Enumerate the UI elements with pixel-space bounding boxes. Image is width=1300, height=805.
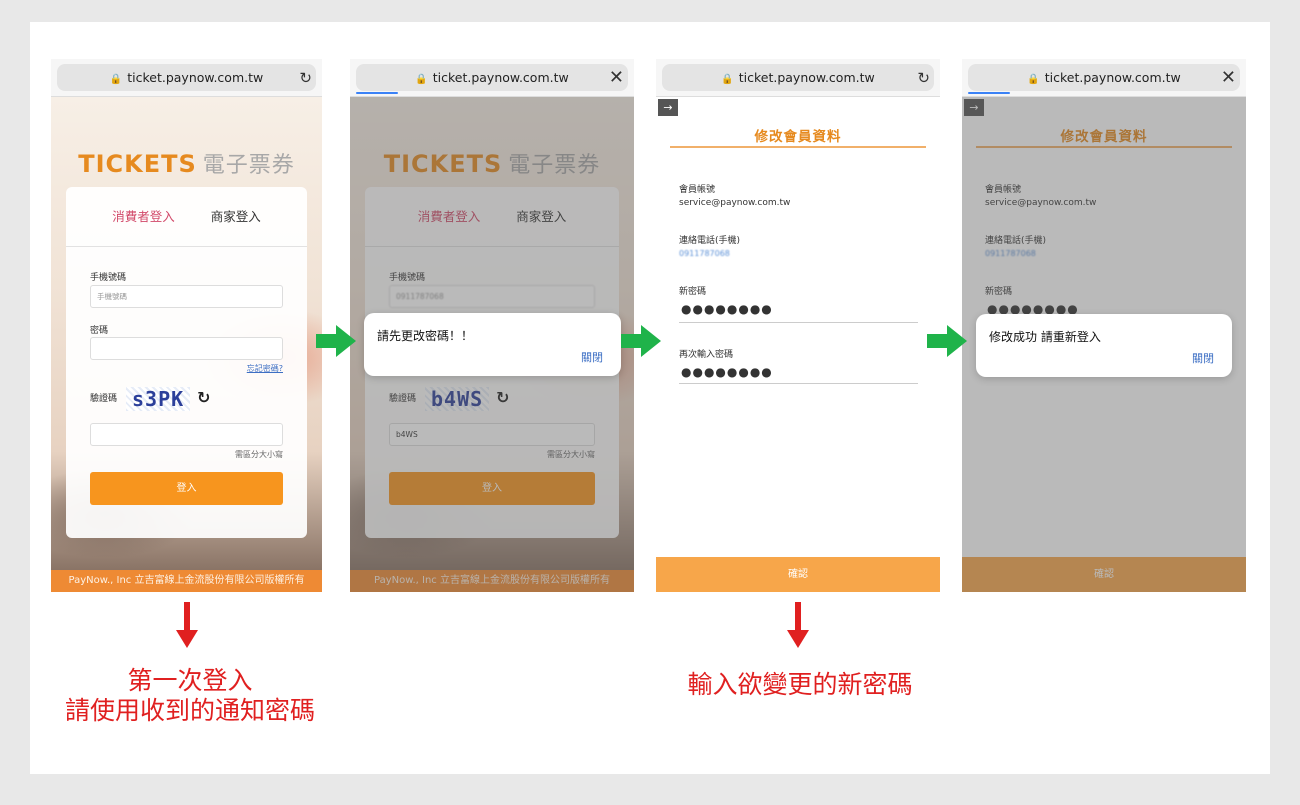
- tickets-logo: TICKETS 電子票券: [78, 150, 295, 178]
- account-label: 會員帳號: [679, 185, 716, 195]
- reload-icon[interactable]: ↻: [299, 69, 312, 87]
- red-down-arrow-icon: [787, 602, 809, 648]
- phone-screen-login: 🔒 ticket.paynow.com.tw ↻ TICKETS 電子票券 消費者登…: [51, 59, 322, 592]
- phone-value: 0911787068: [679, 249, 730, 258]
- green-arrow-icon: [927, 325, 967, 357]
- forgot-password-link[interactable]: 忘記密碼?: [247, 363, 283, 374]
- lock-icon: 🔒: [109, 74, 123, 85]
- account-value: service@paynow.com.tw: [679, 198, 791, 208]
- captcha-image: s3PK: [126, 387, 191, 411]
- page-load-progress: [968, 92, 1010, 94]
- captcha-label: 驗證碼: [90, 394, 118, 404]
- phone-input[interactable]: 手機號碼: [90, 285, 283, 308]
- input-underline: [679, 383, 918, 384]
- red-down-arrow-icon: [176, 602, 198, 648]
- new-password-input[interactable]: ●●●●●●●●: [681, 302, 773, 316]
- password-input[interactable]: [90, 337, 283, 360]
- lock-icon: 🔒: [721, 74, 734, 85]
- new-password-label: 新密碼: [679, 287, 707, 297]
- url-text: ticket.paynow.com.tw: [432, 70, 569, 85]
- lock-icon: 🔒: [415, 74, 428, 85]
- login-button[interactable]: 登入: [90, 472, 283, 505]
- stop-loading-icon[interactable]: ✕: [609, 67, 624, 88]
- url-text: ticket.paynow.com.tw: [127, 70, 264, 85]
- annotation-enter-new-password: 輸入欲變更的新密碼: [687, 670, 913, 699]
- success-close-button[interactable]: 關閉: [1192, 350, 1214, 366]
- success-message: 修改成功 請重新登入: [989, 330, 1101, 344]
- alert-close-button[interactable]: 關閉: [581, 349, 603, 365]
- browser-url-bar[interactable]: 🔒 ticket.paynow.com.tw ✕: [350, 59, 634, 97]
- page-title: 修改會員資料: [754, 129, 842, 145]
- confirm-password-input[interactable]: ●●●●●●●●: [681, 365, 773, 379]
- input-underline: [679, 322, 918, 323]
- alert-message: 請先更改密碼！！: [377, 329, 474, 343]
- back-arrow-icon[interactable]: →: [658, 99, 678, 116]
- login-card: 消費者登入 商家登入 手機號碼 手機號碼 密碼 忘記密碼? 驗證碼 s3PK ↻…: [66, 187, 307, 538]
- confirm-button[interactable]: 確認: [656, 557, 940, 592]
- phone-screen-change-password: 🔒 ticket.paynow.com.tw ↻ → 修改會員資料 會員帳號 se…: [656, 59, 940, 592]
- password-label: 密碼: [90, 326, 109, 336]
- lock-icon: 🔒: [1027, 74, 1040, 85]
- annotation-first-login: 第一次登入 請使用收到的通知密碼: [64, 666, 315, 725]
- captcha-refresh-icon[interactable]: ↻: [197, 388, 210, 407]
- phone-label: 連絡電話(手機): [679, 236, 741, 246]
- phone-label: 手機號碼: [90, 273, 127, 283]
- green-arrow-icon: [316, 325, 356, 357]
- title-divider: [670, 146, 926, 148]
- phone-screen-change-success: 🔒 ticket.paynow.com.tw ✕ → 修改會員資料 會員帳號 se…: [962, 59, 1246, 592]
- tab-merchant-login[interactable]: 商家登入: [211, 209, 261, 224]
- captcha-input[interactable]: [90, 423, 283, 446]
- browser-url-bar[interactable]: 🔒 ticket.paynow.com.tw ↻: [51, 59, 322, 97]
- alert-dialog: 請先更改密碼！！ 關閉: [364, 313, 621, 376]
- reload-icon[interactable]: ↻: [917, 69, 930, 87]
- page-load-progress: [356, 92, 398, 94]
- case-sensitive-hint: 需區分大小寫: [235, 450, 283, 459]
- url-text: ticket.paynow.com.tw: [1044, 70, 1181, 85]
- tab-consumer-login[interactable]: 消費者登入: [112, 209, 175, 224]
- stop-loading-icon[interactable]: ✕: [1221, 67, 1236, 88]
- url-text: ticket.paynow.com.tw: [738, 70, 875, 85]
- success-dialog: 修改成功 請重新登入 關閉: [976, 314, 1232, 377]
- browser-url-bar[interactable]: 🔒 ticket.paynow.com.tw ✕: [962, 59, 1246, 97]
- copyright-footer: PayNow., Inc 立吉富線上金流股份有限公司版權所有: [51, 570, 322, 592]
- phone-screen-login-alert: 🔒 ticket.paynow.com.tw ✕ TICKETS 電子票券 消費者登…: [350, 59, 634, 592]
- confirm-password-label: 再次輸入密碼: [679, 350, 734, 360]
- browser-url-bar[interactable]: 🔒 ticket.paynow.com.tw ↻: [656, 59, 940, 97]
- green-arrow-icon: [621, 325, 661, 357]
